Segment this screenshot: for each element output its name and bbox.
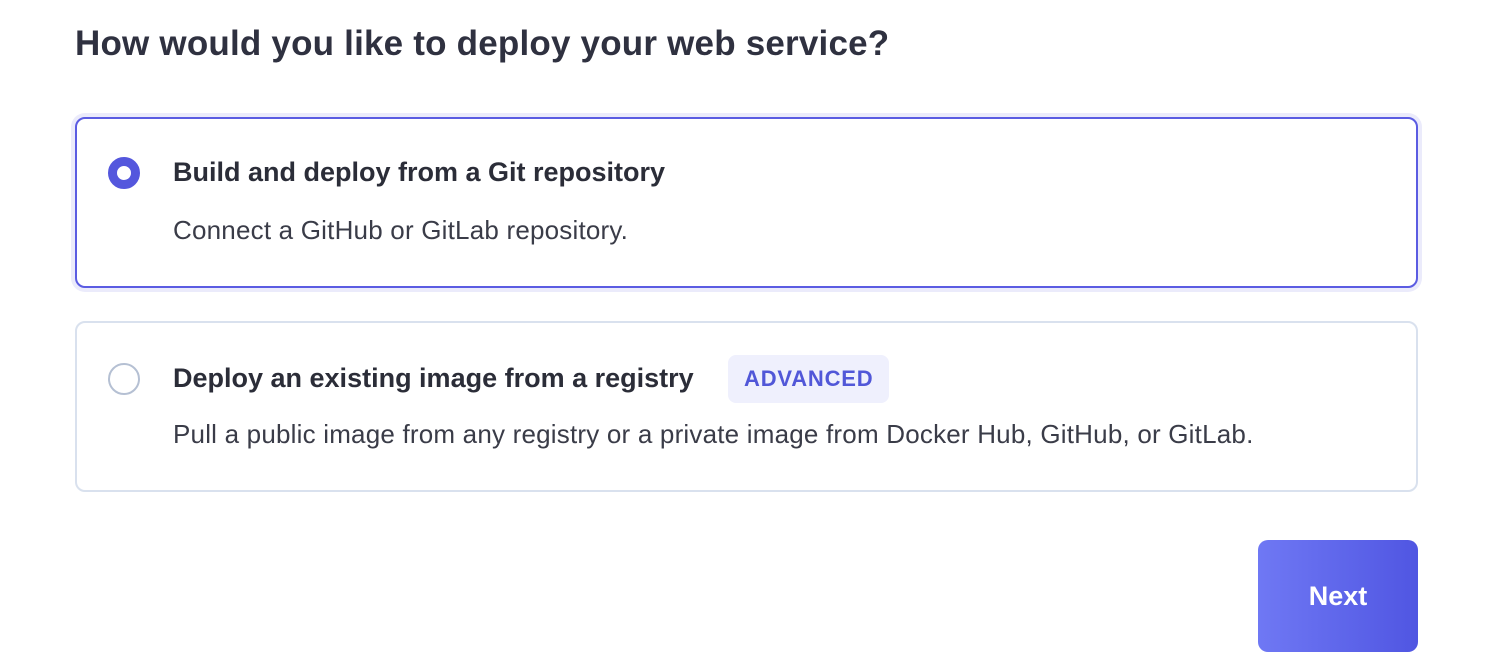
radio-unselected-icon[interactable] (108, 363, 140, 395)
radio-selected-icon[interactable] (108, 157, 140, 189)
next-button[interactable]: Next (1258, 540, 1418, 652)
deploy-option-git-repository[interactable]: Build and deploy from a Git repository C… (75, 117, 1418, 288)
option-description: Connect a GitHub or GitLab repository. (173, 215, 629, 245)
option-title: Build and deploy from a Git repository (173, 157, 666, 187)
page-title: How would you like to deploy your web se… (75, 24, 890, 63)
advanced-badge: ADVANCED (728, 355, 890, 403)
option-title: Deploy an existing image from a registry (173, 363, 694, 393)
option-description: Pull a public image from any registry or… (173, 419, 1254, 449)
deploy-option-existing-image[interactable]: Deploy an existing image from a registry… (75, 321, 1418, 492)
